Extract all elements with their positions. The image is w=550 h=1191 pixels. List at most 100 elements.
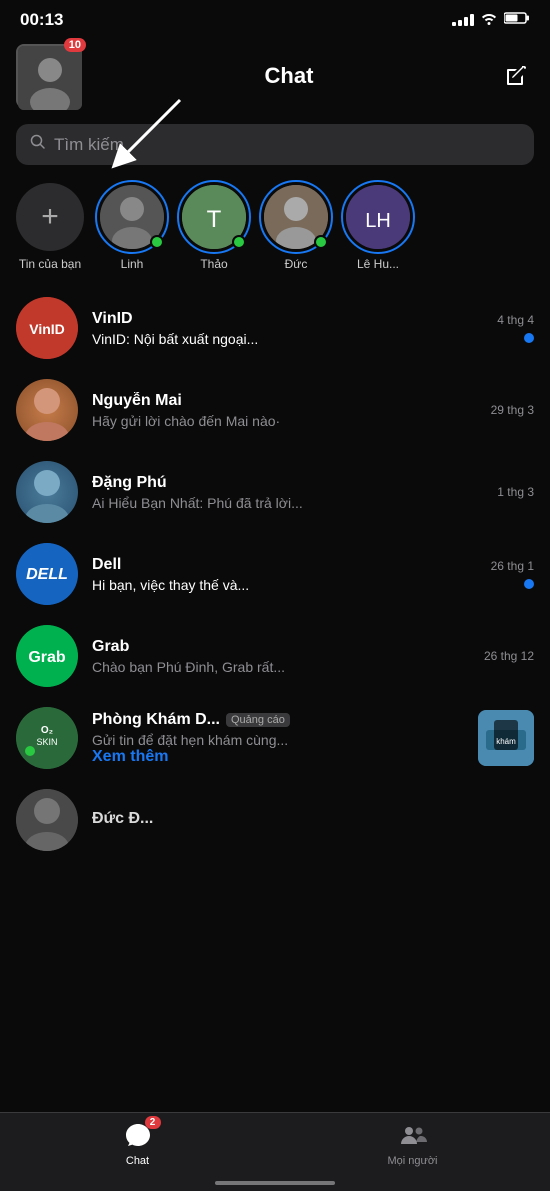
status-bar: 00:13 — [0, 0, 550, 36]
status-time: 00:13 — [20, 10, 63, 30]
chat-time-vinid: 4 thg 4 — [497, 313, 534, 327]
status-icons — [452, 11, 530, 30]
story-avatar-thao: T — [180, 183, 248, 251]
story-item-duc[interactable]: Đức — [262, 183, 330, 271]
online-indicator — [232, 235, 246, 249]
chat-name-partial: Đức Đ... — [92, 810, 534, 828]
chat-info-phonghkhamd: Phòng Khám D... Quảng cáo Gửi tin để đặt… — [92, 711, 464, 766]
chat-preview-grab: Chào bạn Phú Đinh, Grab rất... — [92, 659, 470, 675]
chat-tab-icon-wrap: 2 — [123, 1121, 153, 1151]
story-label-linh: Linh — [121, 257, 144, 271]
avatar-badge: 10 — [64, 38, 86, 52]
svg-text:khám: khám — [496, 737, 516, 746]
home-indicator — [215, 1181, 335, 1185]
chat-info-nguyenmai: Nguyễn Mai Hãy gửi lời chào đến Mai nào· — [92, 392, 477, 429]
chat-name-vinid: VinID — [92, 310, 483, 328]
chat-time-dangphu: 1 thg 3 — [497, 485, 534, 499]
chat-name-phonghkhamd: Phòng Khám D... — [92, 711, 220, 729]
story-avatar-linh — [98, 183, 166, 251]
ad-image: khám — [478, 710, 534, 766]
chat-item-nguyenmai[interactable]: Nguyễn Mai Hãy gửi lời chào đến Mai nào·… — [0, 369, 550, 451]
svg-text:O₂: O₂ — [41, 725, 53, 736]
chat-meta-vinid: 4 thg 4 — [497, 313, 534, 343]
compose-button[interactable] — [498, 58, 534, 94]
chat-tab-label: Chat — [126, 1155, 149, 1167]
chat-name-dangphu: Đặng Phú — [92, 474, 483, 492]
chat-info-grab: Grab Chào bạn Phú Đinh, Grab rất... — [92, 638, 470, 675]
chat-avatar-grab: Grab — [16, 625, 78, 687]
chat-avatar-vinid: VinID — [16, 297, 78, 359]
chat-item-dangphu[interactable]: Đặng Phú Ai Hiểu Bạn Nhất: Phú đã trả lờ… — [0, 451, 550, 533]
unread-indicator-dell — [524, 579, 534, 589]
tab-bar: 2 Chat Mọi người — [0, 1112, 550, 1191]
chat-name-grab: Grab — [92, 638, 470, 656]
chat-info-vinid: VinID VinID: Nội bất xuất ngoại... — [92, 310, 483, 347]
avatar — [18, 46, 82, 110]
chat-item-partial[interactable]: Đức Đ... — [0, 779, 550, 861]
stories-row: + Tin của bạn Linh T — [0, 179, 550, 287]
chat-preview-dangphu: Ai Hiểu Bạn Nhất: Phú đã trả lời... — [92, 495, 483, 511]
chat-info-dangphu: Đặng Phú Ai Hiểu Bạn Nhất: Phú đã trả lờ… — [92, 474, 483, 511]
svg-text:LH: LH — [365, 210, 391, 232]
chat-meta-dangphu: 1 thg 3 — [497, 485, 534, 499]
story-item-add[interactable]: + Tin của bạn — [16, 183, 84, 271]
search-input[interactable]: Tìm kiếm — [54, 135, 124, 155]
chat-avatar-phonghkhamd: O₂ SKIN — [16, 707, 78, 769]
user-avatar-button[interactable]: 10 — [16, 44, 80, 108]
online-indicator — [314, 235, 328, 249]
chat-avatar-nguyenmai — [16, 379, 78, 441]
chat-tab-badge: 2 — [145, 1116, 161, 1129]
story-label-thao: Thảo — [200, 257, 227, 271]
chat-time-grab: 26 thg 12 — [484, 649, 534, 663]
chat-info-partial: Đức Đ... — [92, 810, 534, 831]
chat-item-grab[interactable]: Grab Grab Chào bạn Phú Đinh, Grab rất...… — [0, 615, 550, 697]
chat-preview-phonghkhamd: Gửi tin để đặt hẹn khám cùng... — [92, 732, 464, 748]
svg-text:VinID: VinID — [29, 321, 65, 337]
xem-them-link[interactable]: Xem thêm — [92, 748, 464, 766]
chat-time-dell: 26 thg 1 — [491, 559, 534, 573]
chat-item-phonghkhamd[interactable]: O₂ SKIN Phòng Khám D... Quảng cáo Gửi ti… — [0, 697, 550, 779]
unread-indicator-vinid — [524, 333, 534, 343]
battery-icon — [504, 11, 530, 30]
svg-text:T: T — [207, 206, 222, 233]
svg-text:DELL: DELL — [26, 566, 68, 583]
story-label-duc: Đức — [285, 257, 308, 271]
header: 10 Chat — [0, 36, 550, 120]
ad-tag: Quảng cáo — [226, 713, 290, 727]
chat-avatar-partial — [16, 789, 78, 851]
search-bar[interactable]: Tìm kiếm — [16, 124, 534, 165]
tab-moinguoi[interactable]: Mọi người — [363, 1121, 463, 1167]
story-item-linh[interactable]: Linh — [98, 183, 166, 271]
chat-meta-dell: 26 thg 1 — [491, 559, 534, 589]
chat-preview-nguyenmai: Hãy gửi lời chào đến Mai nào· — [92, 413, 477, 429]
chat-info-dell: Dell Hi bạn, việc thay thế và... — [92, 556, 477, 593]
chat-preview-dell: Hi bạn, việc thay thế và... — [92, 577, 477, 593]
story-avatar-duc — [262, 183, 330, 251]
story-label-lehu: Lê Hu... — [357, 257, 399, 271]
tab-chat[interactable]: 2 Chat — [88, 1121, 188, 1167]
chat-meta-nguyenmai: 29 thg 3 — [491, 403, 534, 417]
wifi-icon — [480, 11, 498, 30]
online-indicator — [150, 235, 164, 249]
chat-item-dell[interactable]: DELL Dell Hi bạn, việc thay thế và... 26… — [0, 533, 550, 615]
add-story-button[interactable]: + — [16, 183, 84, 251]
chat-list: VinID VinID VinID: Nội bất xuất ngoại...… — [0, 287, 550, 941]
story-item-thao[interactable]: T Thảo — [180, 183, 248, 271]
story-avatar-lehu: LH — [344, 183, 412, 251]
signal-icon — [452, 14, 474, 26]
chat-time-nguyenmai: 29 thg 3 — [491, 403, 534, 417]
svg-text:SKIN: SKIN — [36, 737, 57, 747]
moinguoi-tab-icon-wrap — [398, 1121, 428, 1151]
svg-text:Grab: Grab — [28, 649, 66, 666]
chat-avatar-dangphu — [16, 461, 78, 523]
chat-meta-grab: 26 thg 12 — [484, 649, 534, 663]
chat-item-vinid[interactable]: VinID VinID VinID: Nội bất xuất ngoại...… — [0, 287, 550, 369]
story-label-add: Tin của bạn — [19, 257, 81, 271]
chat-avatar-dell: DELL — [16, 543, 78, 605]
story-item-lehu[interactable]: LH Lê Hu... — [344, 183, 412, 271]
chat-name-nguyenmai: Nguyễn Mai — [92, 392, 477, 410]
page-title: Chat — [80, 63, 498, 89]
chat-name-dell: Dell — [92, 556, 477, 574]
moinguoi-tab-label: Mọi người — [387, 1155, 437, 1167]
search-icon — [30, 134, 46, 155]
